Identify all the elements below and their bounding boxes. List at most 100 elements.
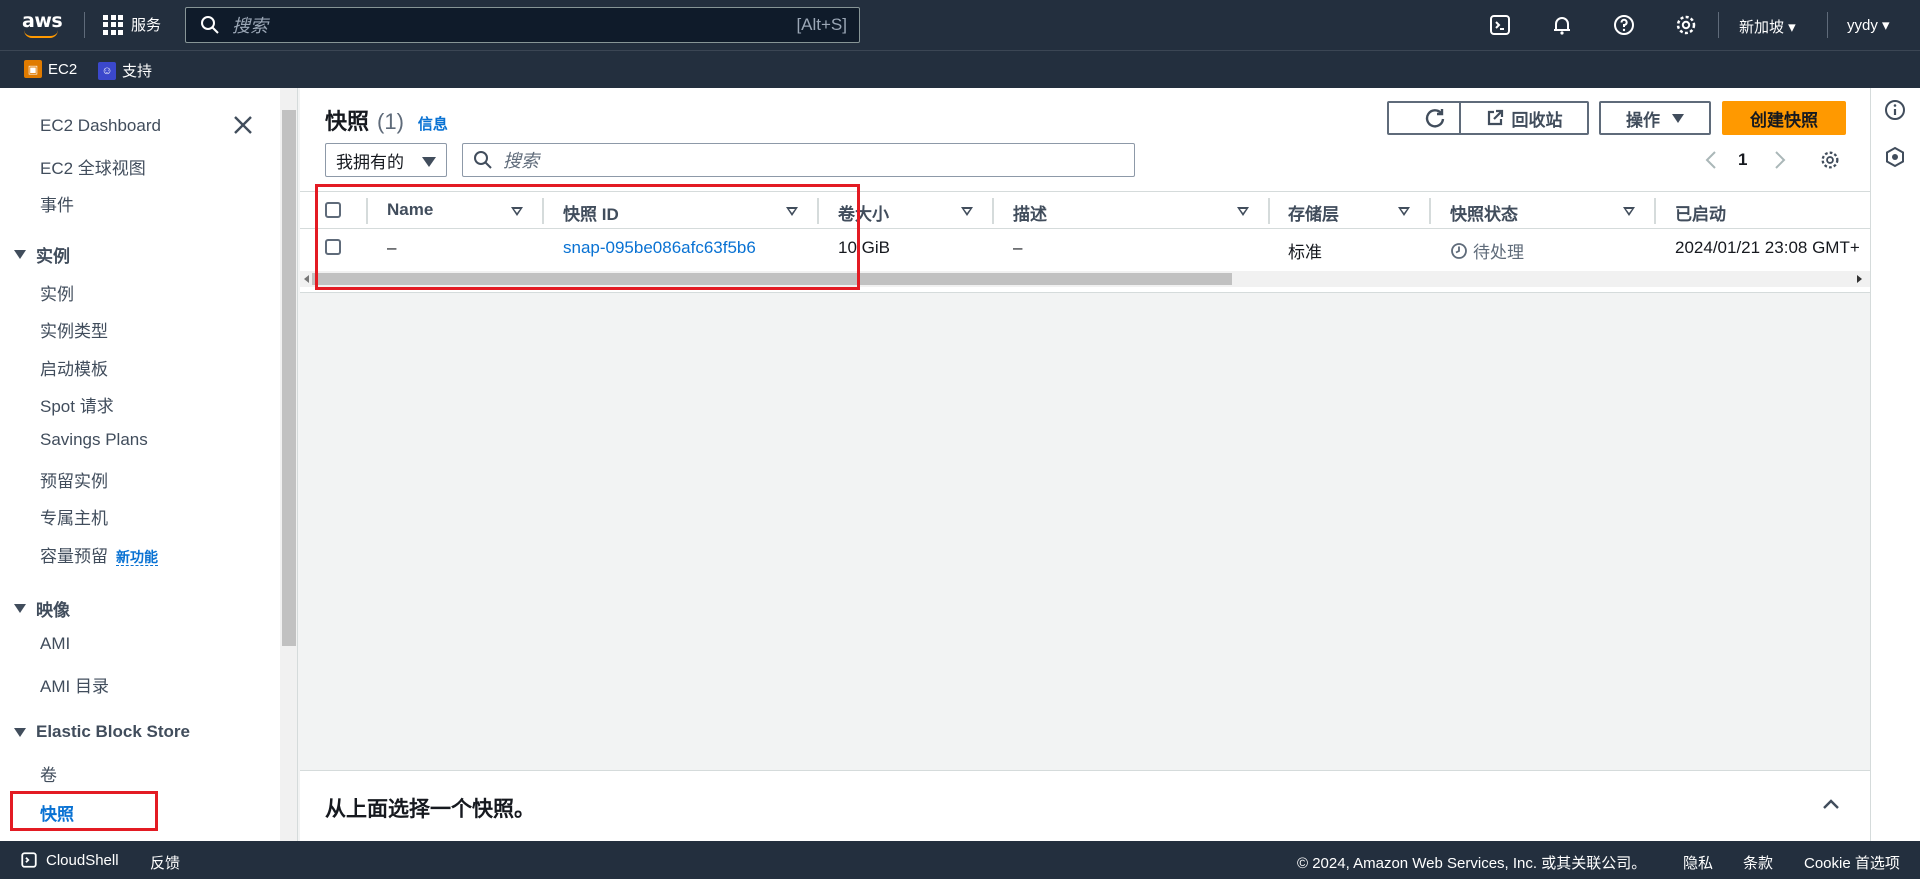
cell-description: – [1013,238,1023,257]
pending-clock-icon [1451,242,1467,259]
nav-events[interactable]: 事件 [40,191,74,216]
nav-reserved-instances[interactable]: 预留实例 [40,467,108,492]
right-tools-rail [1870,88,1920,841]
region-selector[interactable]: 新加坡 ▾ [1739,16,1796,37]
nav-section-ebs[interactable]: Elastic Block Store [14,722,190,742]
search-icon [474,151,492,169]
sort-icon[interactable] [1237,207,1249,216]
nav-savings-plans[interactable]: Savings Plans [40,430,148,450]
cloudshell-icon[interactable] [1488,13,1512,37]
services-label: 服务 [131,17,162,34]
main-content: 快照 (1) 信息 回收站 操作 创建快照 我拥有的 搜索 1 Name 快照 … [300,88,1870,841]
feedback-link[interactable]: 反馈 [150,852,180,873]
page-header: 快照 (1) 信息 [325,104,448,136]
info-icon[interactable] [1884,99,1906,121]
aws-smile-icon [24,30,58,38]
nav-ec2-global-view[interactable]: EC2 全球视图 [40,154,146,179]
nav-spot-requests[interactable]: Spot 请求 [40,392,114,417]
info-link[interactable]: 信息 [418,113,448,134]
global-search-input[interactable]: 搜索 [Alt+S] [185,7,860,43]
nav-section-instances[interactable]: 实例 [14,242,70,267]
table-settings-gear-icon[interactable] [1819,149,1841,171]
status-text: 待处理 [1473,243,1524,262]
favorite-support[interactable]: ☺ 支持 [98,60,152,81]
chevron-up-icon[interactable] [1822,795,1840,813]
close-icon[interactable] [232,114,254,136]
scroll-right-arrow-icon[interactable] [1857,275,1862,283]
nav-ami[interactable]: AMI [40,634,70,654]
sort-icon[interactable] [961,207,973,216]
cell-storage-tier: 标准 [1288,243,1322,262]
column-header-snapshot-status[interactable]: 快照状态 [1450,200,1518,225]
column-header-storage-tier[interactable]: 存储层 [1288,200,1339,225]
privacy-link[interactable]: 隐私 [1683,852,1713,873]
sidebar-scrollbar[interactable] [280,88,298,841]
page-title: 快照 [325,109,370,134]
nav-instances[interactable]: 实例 [40,280,74,305]
nav-launch-templates[interactable]: 启动模板 [40,355,108,380]
highlight-box [315,184,860,290]
button-label: 创建快照 [1750,110,1818,130]
create-snapshot-button[interactable]: 创建快照 [1722,101,1846,135]
ownership-filter-select[interactable]: 我拥有的 [325,143,447,177]
chevron-left-icon[interactable] [1704,149,1718,171]
nav-capacity-reservations[interactable]: 容量预留 新功能 [40,542,158,567]
current-page-number[interactable]: 1 [1738,150,1747,170]
nav-ami-catalog[interactable]: AMI 目录 [40,672,109,697]
divider [84,12,85,38]
split-panel: 从上面选择一个快照。 [300,770,1870,841]
favorite-ec2[interactable]: ▣ EC2 [24,60,77,78]
settings-gear-icon[interactable] [1674,13,1698,37]
feedback-hexagon-icon[interactable] [1884,146,1906,168]
recycle-bin-button[interactable]: 回收站 [1459,101,1589,135]
caret-down-icon [1672,113,1684,123]
item-count: (1) [377,109,404,134]
nav-dedicated-hosts[interactable]: 专属主机 [40,504,108,529]
caret-down-icon [14,604,26,613]
aws-logo-text: aws [22,10,63,32]
cloudshell-icon [21,852,37,868]
column-header-started[interactable]: 已启动 [1675,200,1726,225]
sort-icon[interactable] [1623,207,1635,216]
scrollbar-thumb[interactable] [282,110,296,646]
chevron-right-icon[interactable] [1773,149,1787,171]
column-separator [1654,198,1656,224]
sort-icon[interactable] [1398,207,1410,216]
grid-icon [103,14,123,35]
refresh-icon [1425,109,1445,128]
services-menu-button[interactable]: 服务 [103,14,161,35]
help-icon[interactable] [1612,13,1636,37]
select-value: 我拥有的 [336,152,404,172]
nav-section-images[interactable]: 映像 [14,596,70,621]
caret-down-icon [14,727,26,737]
column-separator [1268,198,1270,224]
console-footer: CloudShell 反馈 © 2024, Amazon Web Service… [0,841,1920,879]
nav-instance-types[interactable]: 实例类型 [40,317,108,342]
caret-down-icon [422,157,436,167]
split-panel-title: 从上面选择一个快照。 [325,798,535,821]
column-separator [992,198,994,224]
search-shortcut: [Alt+S] [796,15,847,34]
nav-label: 容量预留 [40,547,108,566]
section-label: 映像 [36,601,70,620]
terms-link[interactable]: 条款 [1743,852,1773,873]
search-placeholder: 搜索 [232,16,268,36]
cookie-preferences-link[interactable]: Cookie 首选项 [1804,852,1900,873]
nav-ec2-dashboard[interactable]: EC2 Dashboard [40,116,161,136]
favorites-bar: ▣ EC2 ☺ 支持 [0,50,1920,88]
account-menu[interactable]: yydy ▾ [1847,16,1890,34]
search-icon [201,16,219,34]
side-navigation: EC2 Dashboard EC2 全球视图 事件 实例 实例 实例类型 启动模… [0,88,280,841]
cell-started: 2024/01/21 23:08 GMT+ [1675,238,1860,257]
external-link-icon [1487,109,1503,126]
notifications-bell-icon[interactable] [1550,13,1574,37]
top-navigation: aws 服务 搜索 [Alt+S] 新加坡 ▾ yydy ▾ [0,0,1920,50]
aws-logo[interactable]: aws [22,10,63,40]
scroll-left-arrow-icon[interactable] [304,275,309,283]
nav-volumes[interactable]: 卷 [40,761,57,786]
table-search-input[interactable]: 搜索 [462,143,1135,177]
column-header-description[interactable]: 描述 [1013,200,1047,225]
actions-dropdown-button[interactable]: 操作 [1599,101,1711,135]
search-placeholder: 搜索 [503,151,539,171]
cloudshell-link[interactable]: CloudShell [46,852,119,869]
